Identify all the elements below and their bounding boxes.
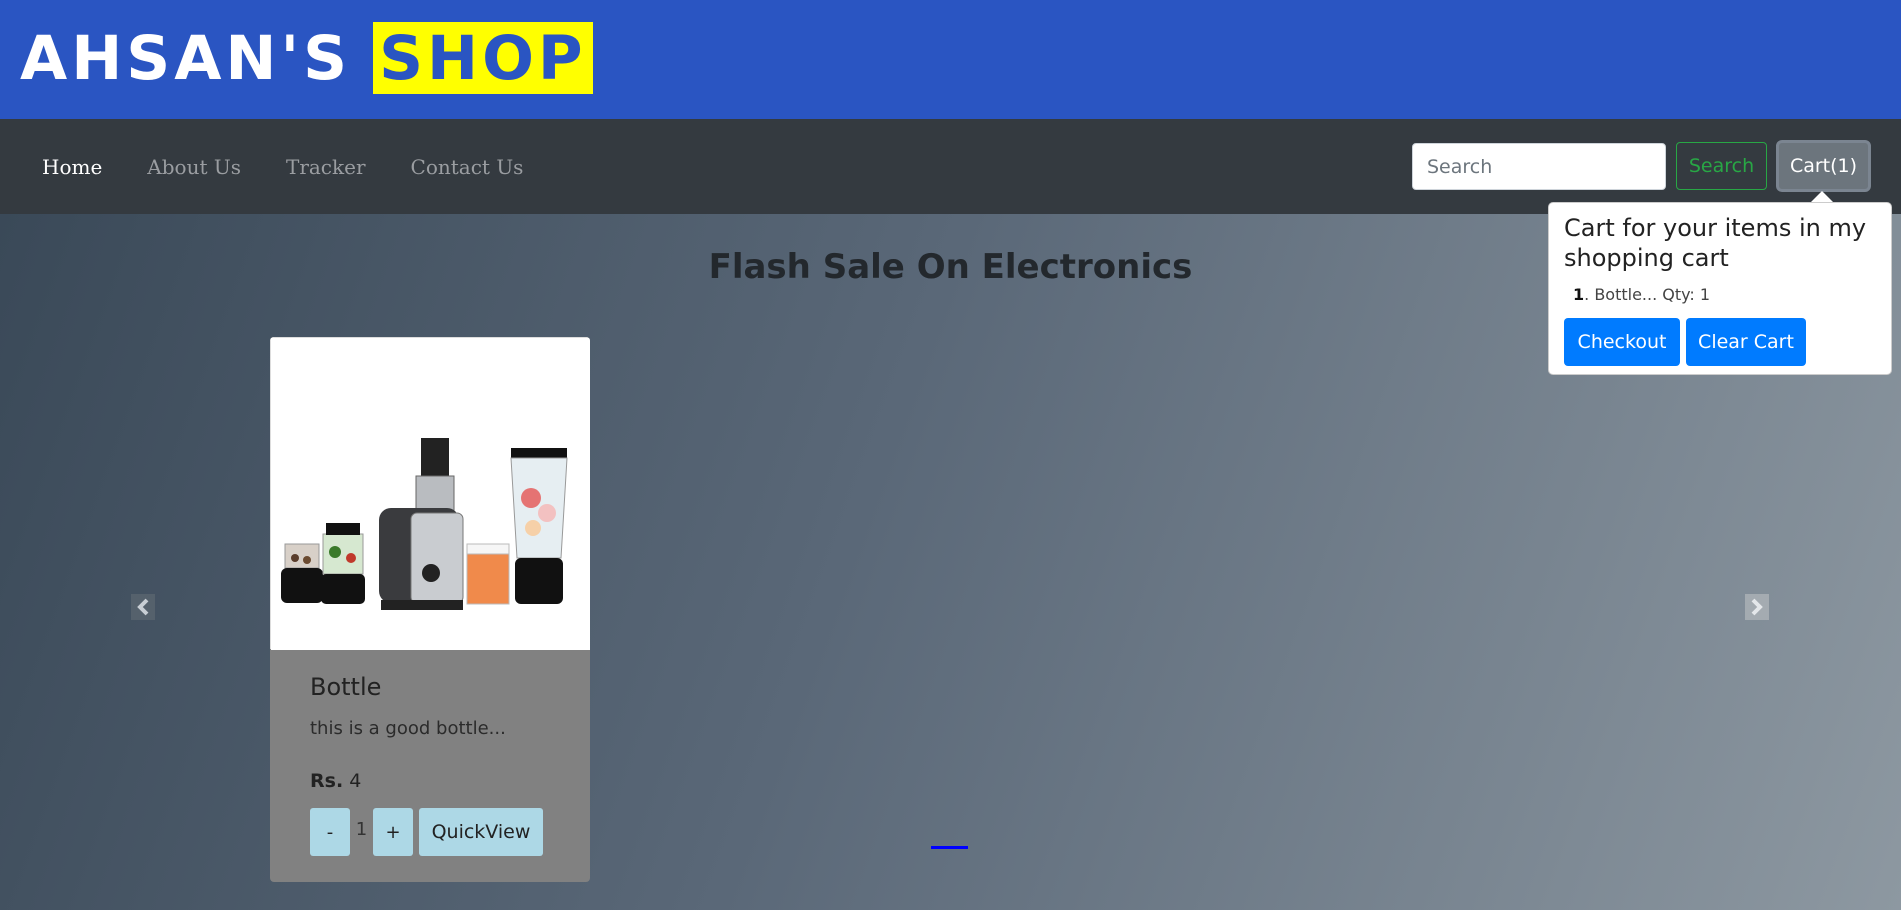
product-description: this is a good bottle... [310, 718, 506, 739]
cart-item: 1. Bottle... Qty: 1 [1573, 285, 1710, 304]
cart-popover: Cart for your items in my shopping cart … [1548, 202, 1892, 375]
search-input[interactable] [1412, 143, 1666, 190]
product-actions: - 1 + QuickView [310, 808, 543, 856]
chevron-left-icon [137, 598, 149, 616]
product-image [270, 337, 590, 650]
nav-about-us[interactable]: About Us [147, 155, 241, 179]
carousel-indicator[interactable] [931, 846, 968, 849]
decrease-qty-button[interactable]: - [310, 808, 350, 856]
price-prefix: Rs. [310, 770, 344, 792]
cart-item-text: . Bottle... Qty: 1 [1584, 285, 1711, 304]
product-title: Bottle [310, 673, 382, 701]
carousel-prev-button[interactable] [131, 594, 155, 620]
nav-home[interactable]: Home [42, 155, 102, 179]
cart-popover-title: Cart for your items in my shopping cart [1564, 214, 1867, 272]
increase-qty-button[interactable]: + [373, 808, 413, 856]
product-card: Bottle this is a good bottle... Rs. 4 - … [270, 337, 590, 882]
nav-tracker[interactable]: Tracker [286, 155, 366, 179]
brand-logo[interactable]: AHSAN'S SHOP [20, 22, 593, 94]
checkout-button[interactable]: Checkout [1564, 318, 1680, 366]
cart-button[interactable]: Cart(1) [1776, 140, 1871, 192]
cart-item-index: 1 [1573, 285, 1585, 304]
search-button[interactable]: Search [1676, 142, 1767, 190]
top-banner: AHSAN'S SHOP [0, 0, 1901, 119]
price-value: 4 [349, 770, 362, 792]
nav-links: Home About Us Tracker Contact Us [42, 119, 568, 214]
carousel-next-button[interactable] [1745, 594, 1769, 620]
clear-cart-button[interactable]: Clear Cart [1686, 318, 1806, 366]
product-price: Rs. 4 [310, 770, 570, 798]
brand-highlight: SHOP [373, 22, 593, 94]
quantity-value: 1 [355, 818, 368, 840]
chevron-right-icon [1751, 598, 1763, 616]
quickview-button[interactable]: QuickView [419, 808, 543, 856]
brand-name: AHSAN'S [20, 22, 352, 94]
product-card-body: Bottle this is a good bottle... Rs. 4 [310, 673, 570, 798]
juicer-blender-illustration [271, 338, 590, 650]
nav-contact-us[interactable]: Contact Us [411, 155, 524, 179]
